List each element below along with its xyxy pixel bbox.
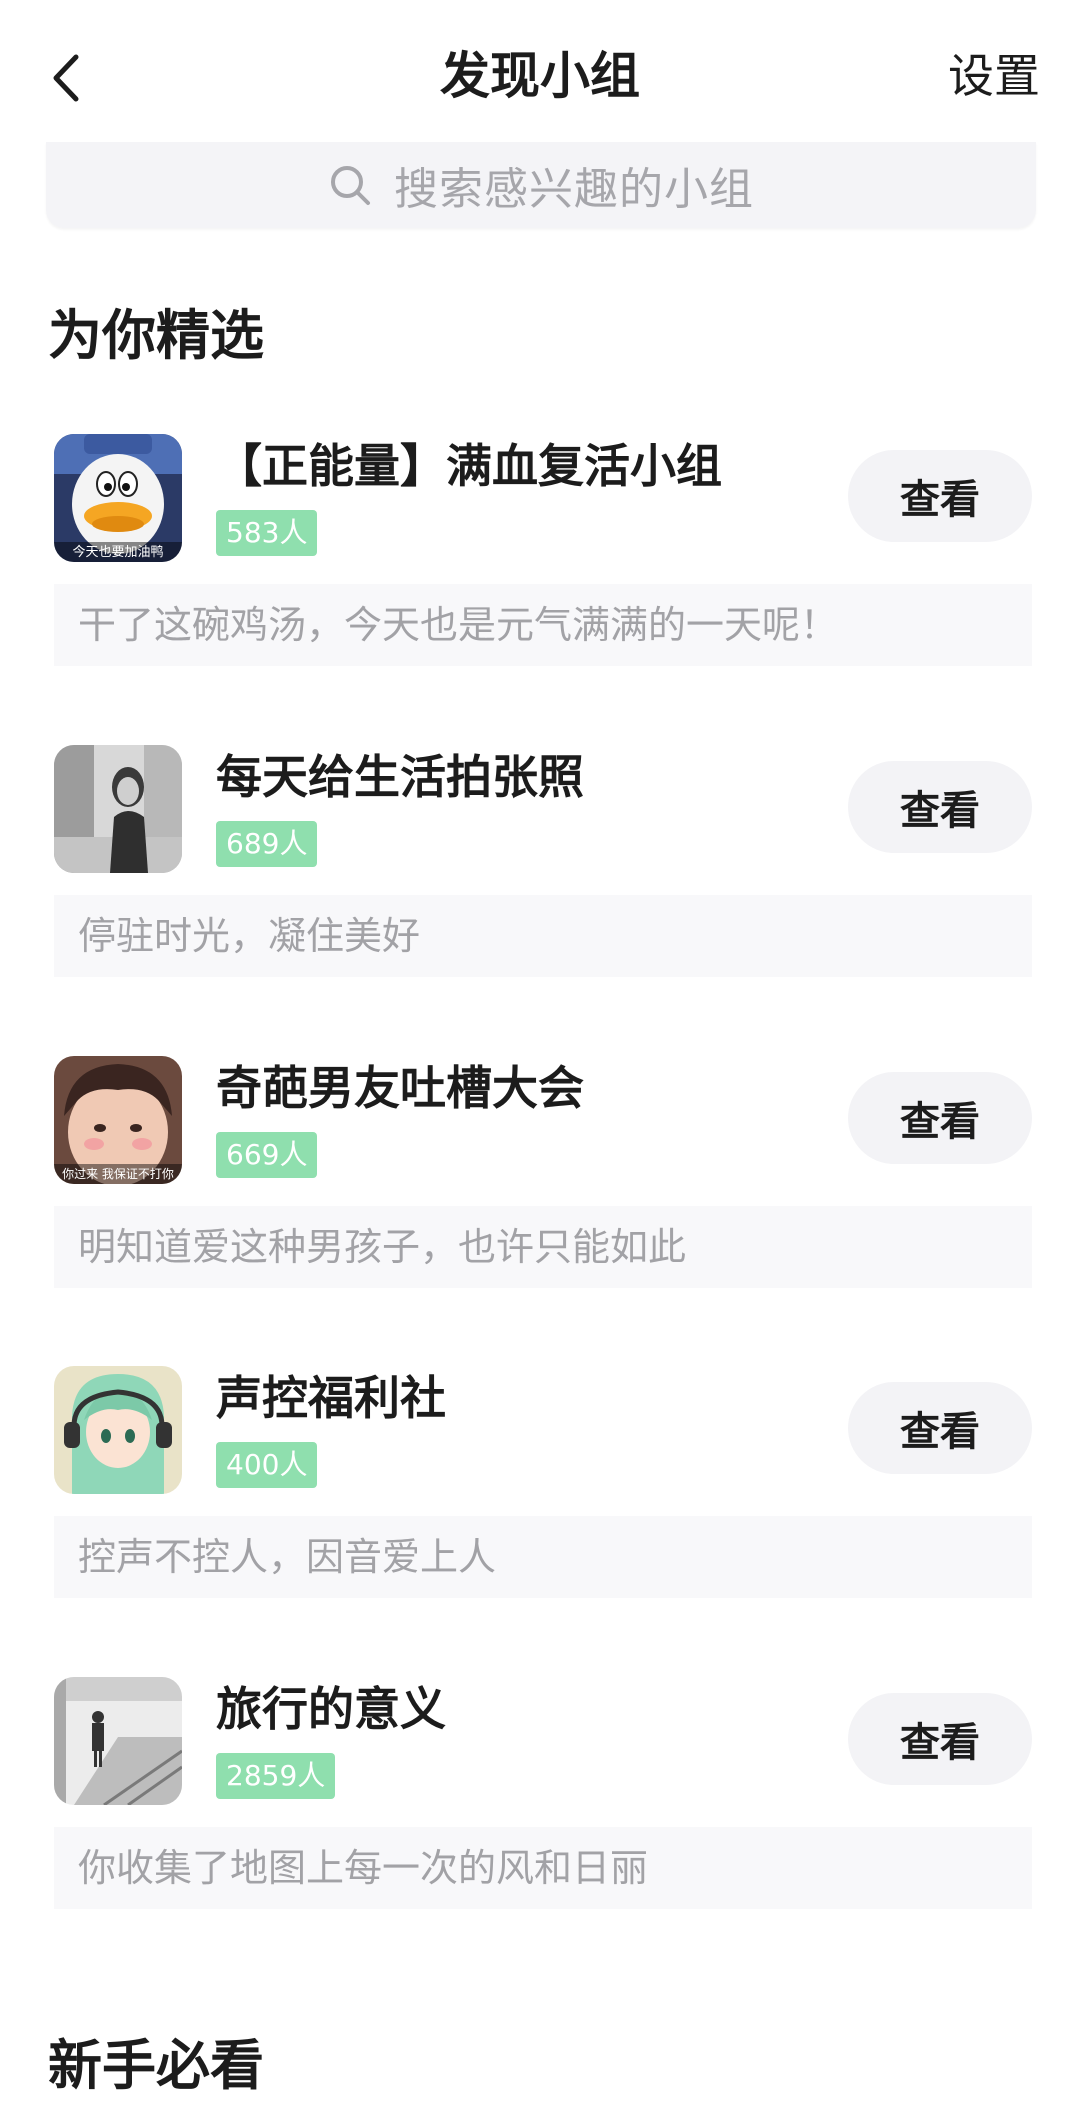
settings-button[interactable]: 设置 [948,40,1040,112]
search-icon [331,166,370,205]
group-name[interactable]: 声控福利社 [216,1366,446,1430]
group-card: 今天也要加油鸭 【正能量】满血复活小组 583人 查看 干了这碗鸡汤，今天也是元… [0,434,1080,684]
group-description: 明知道爱这种男孩子，也许只能如此 [54,1206,1032,1288]
group-avatar[interactable]: 你过来 我保证不打你 [54,1056,182,1184]
group-name[interactable]: 旅行的意义 [216,1677,446,1741]
avatar-caption: 今天也要加油鸭 [72,545,164,560]
avatar-caption: 你过来 我保证不打你 [62,1167,174,1181]
search-input[interactable]: 搜索感兴趣的小组 [46,142,1036,228]
search-placeholder: 搜索感兴趣的小组 [394,164,754,215]
view-button[interactable]: 查看 [848,761,1032,853]
group-description: 控声不控人，因音爱上人 [54,1516,1032,1598]
group-name[interactable]: 奇葩男友吐槽大会 [216,1056,584,1120]
nav-bar: 发现小组 设置 [0,0,1080,150]
member-count-badge: 669人 [216,1132,318,1178]
group-avatar[interactable] [54,1677,182,1805]
group-name[interactable]: 每天给生活拍张照 [216,745,584,809]
group-card: 声控福利社 400人 查看 控声不控人，因音爱上人 [0,1366,1080,1616]
member-count-badge: 583人 [216,510,318,556]
group-avatar[interactable] [54,745,182,873]
group-card: 每天给生活拍张照 689人 查看 停驻时光，凝住美好 [0,745,1080,995]
member-count-badge: 400人 [216,1442,318,1488]
member-count-badge: 2859人 [216,1753,336,1799]
view-button[interactable]: 查看 [848,1693,1032,1785]
group-description: 干了这碗鸡汤，今天也是元气满满的一天呢！ [54,584,1032,666]
section-title-newbie: 新手必看 [48,2034,264,2097]
group-name[interactable]: 【正能量】满血复活小组 [216,434,722,498]
view-button[interactable]: 查看 [848,1382,1032,1474]
section-title-featured: 为你精选 [48,304,264,367]
group-avatar[interactable]: 今天也要加油鸭 [54,434,182,562]
group-card: 旅行的意义 2859人 查看 你收集了地图上每一次的风和日丽 [0,1677,1080,1927]
page-title: 发现小组 [440,47,640,105]
member-count-badge: 689人 [216,821,318,867]
view-button[interactable]: 查看 [848,1072,1032,1164]
group-card: 你过来 我保证不打你 奇葩男友吐槽大会 669人 查看 明知道爱这种男孩子，也许… [0,1056,1080,1306]
group-description: 停驻时光，凝住美好 [54,895,1032,977]
view-button[interactable]: 查看 [848,450,1032,542]
group-avatar[interactable] [54,1366,182,1494]
group-description: 你收集了地图上每一次的风和日丽 [54,1827,1032,1909]
